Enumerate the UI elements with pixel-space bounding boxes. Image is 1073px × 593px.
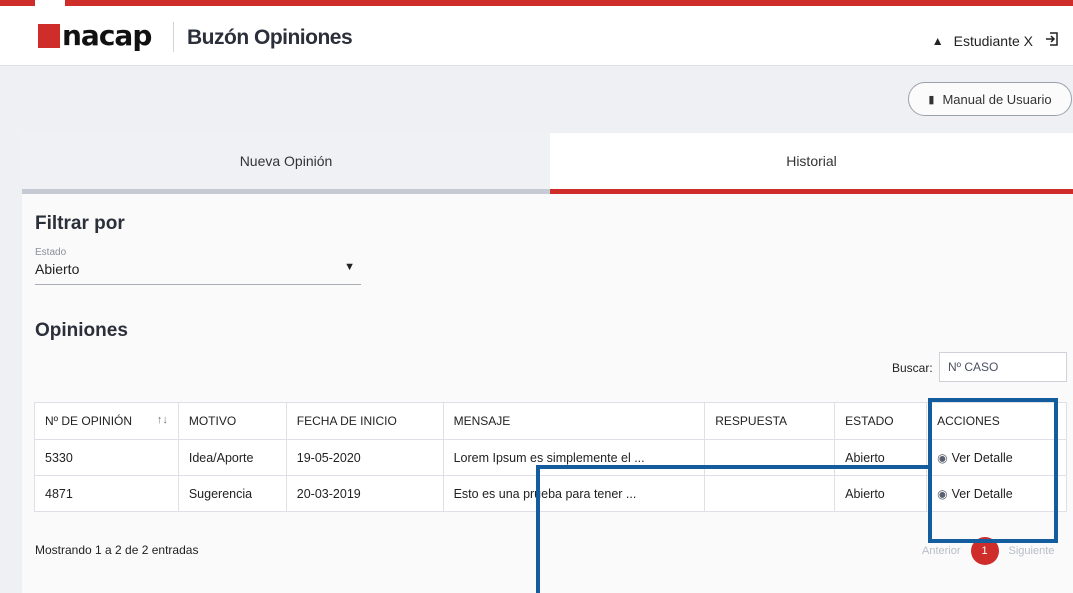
- column-header-fecha[interactable]: FECHA DE INICIO: [285, 402, 444, 440]
- tab-bar: Nueva Opinión Historial: [22, 133, 1073, 194]
- opinions-heading: Opiniones: [35, 320, 128, 341]
- sort-icon[interactable]: ↑↓: [157, 414, 168, 426]
- cell-fecha: 19-05-2020: [285, 439, 444, 476]
- document-icon: ▮: [928, 93, 935, 106]
- search-input[interactable]: [939, 352, 1067, 382]
- user-icon: ▲: [931, 33, 944, 48]
- column-header-mensaje[interactable]: MENSAJE: [442, 402, 706, 440]
- cell-motivo: Sugerencia: [177, 475, 287, 512]
- user-name: Estudiante X: [953, 32, 1033, 49]
- column-header-label: Nº DE OPINIÓN: [45, 414, 133, 428]
- logo-mark: [38, 24, 60, 48]
- column-header-estado[interactable]: ESTADO: [834, 402, 928, 440]
- logo-text: nacap: [62, 19, 152, 52]
- logout-icon[interactable]: [1045, 32, 1059, 49]
- filter-heading: Filtrar por: [35, 213, 125, 234]
- column-header-motivo[interactable]: MOTIVO: [177, 402, 287, 440]
- search-label: Buscar:: [892, 361, 933, 375]
- app-title: Buzón Opiniones: [187, 26, 353, 49]
- table-header-row: Nº DE OPINIÓN ↑↓ MOTIVO FECHA DE INICIO M…: [34, 402, 1067, 440]
- table-info: Mostrando 1 a 2 de 2 entradas: [35, 543, 199, 557]
- column-header-respuesta[interactable]: RESPUESTA: [704, 402, 836, 440]
- cell-fecha: 20-03-2019: [285, 475, 444, 512]
- manual-usuario-button[interactable]: ▮ Manual de Usuario: [908, 82, 1072, 116]
- cell-motivo: Idea/Aporte: [177, 439, 287, 476]
- pager-next[interactable]: Siguiente: [1009, 545, 1055, 557]
- highlight-connector-line: [536, 465, 932, 593]
- cell-id: 5330: [34, 439, 179, 476]
- tab-nueva-opinion[interactable]: Nueva Opinión: [22, 133, 550, 194]
- highlight-acciones-box: [928, 398, 1058, 543]
- estado-label: Estado: [35, 247, 67, 258]
- user-menu[interactable]: ▲ Estudiante X: [932, 32, 1059, 49]
- estado-select[interactable]: Abierto ▼: [35, 261, 361, 285]
- cell-id: 4871: [34, 475, 179, 512]
- header-divider: [173, 22, 174, 52]
- inacap-logo[interactable]: nacap: [38, 19, 152, 52]
- manual-button-label: Manual de Usuario: [942, 91, 1052, 107]
- caret-down-icon: ▼: [344, 261, 355, 273]
- estado-value: Abierto: [35, 261, 80, 277]
- tab-historial[interactable]: Historial: [550, 133, 1073, 194]
- column-header-id[interactable]: Nº DE OPINIÓN ↑↓: [34, 402, 179, 440]
- app-header: nacap Buzón Opiniones ▲ Estudiante X: [0, 6, 1073, 66]
